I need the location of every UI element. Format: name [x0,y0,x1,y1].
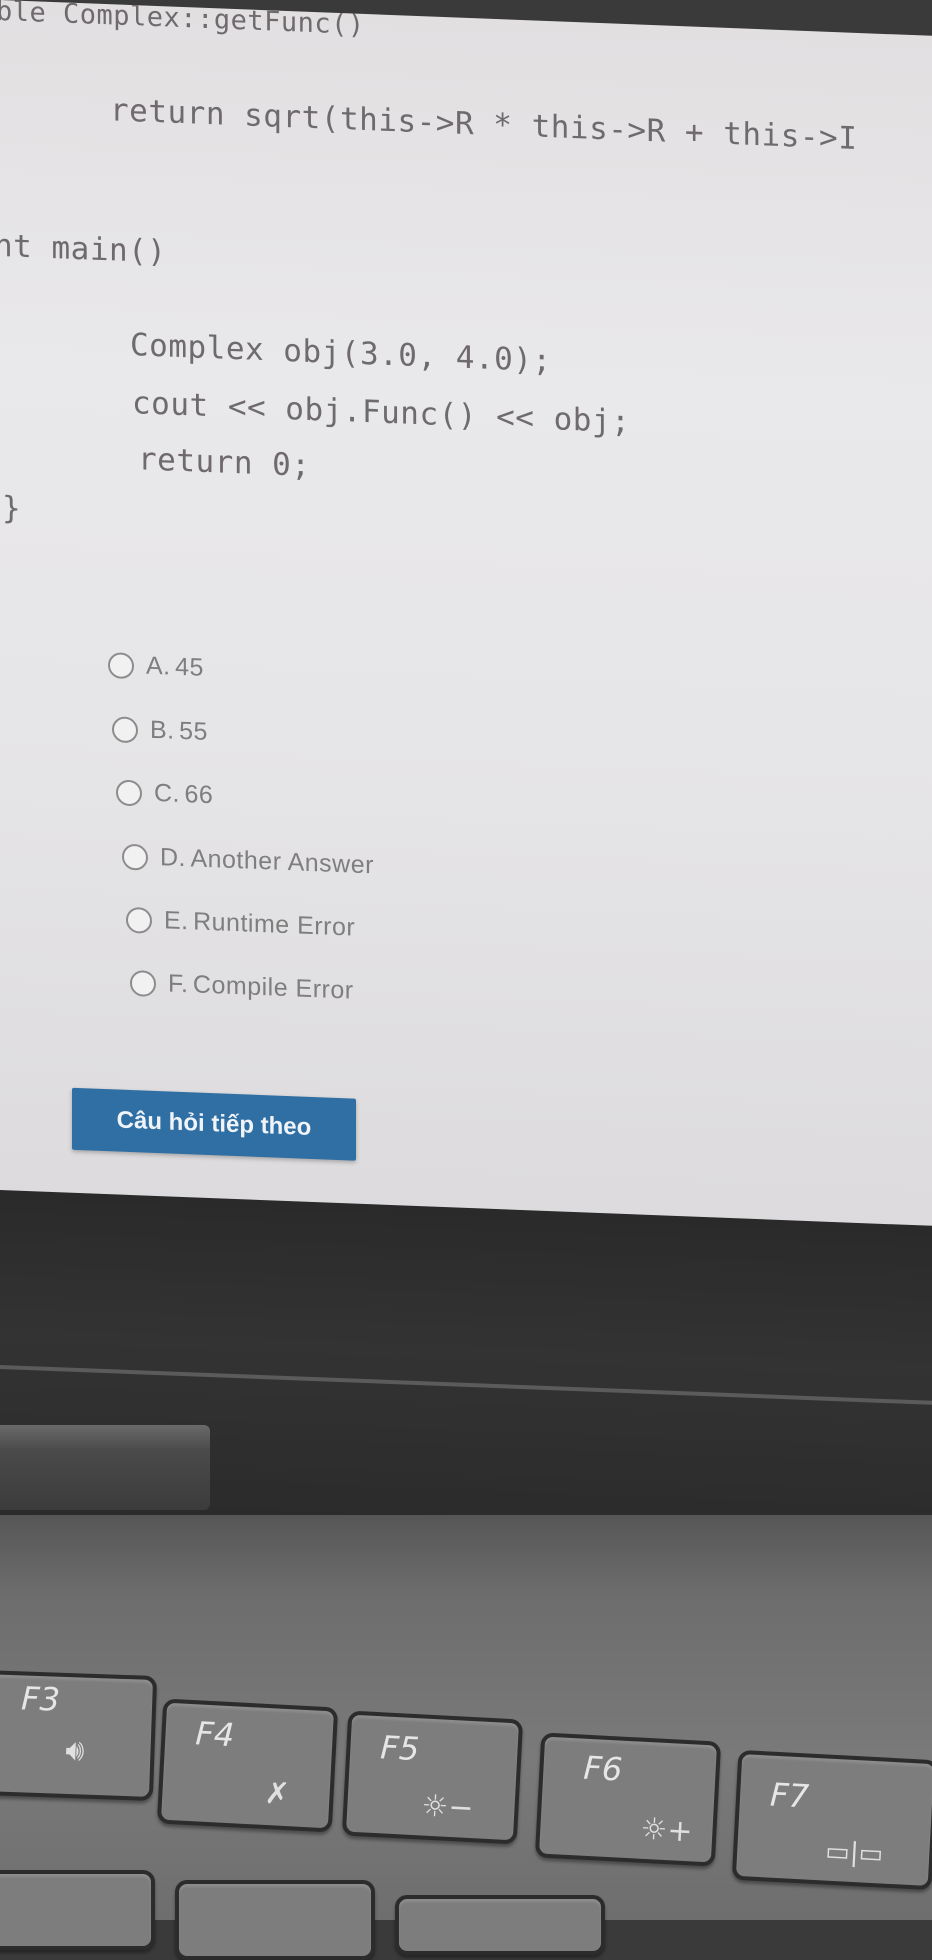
radio-button[interactable] [130,969,156,997]
brightness-up-icon: ☼+ [639,1811,694,1850]
option-text: 55 [179,716,208,746]
answer-option-f[interactable]: F. Compile Error [130,968,354,1006]
key-f7[interactable]: F7 ▭|▭ [731,1749,932,1891]
code-line-object: Complex obj(3.0, 4.0); [130,326,552,380]
answer-option-e[interactable]: E. Runtime Error [126,905,355,943]
answer-option-c[interactable]: C. 66 [116,777,213,810]
option-text: 66 [184,780,214,810]
next-question-button[interactable]: Câu hỏi tiếp theo [72,1087,356,1161]
option-text: Another Answer [190,844,374,880]
option-text: Compile Error [192,970,354,1005]
answer-option-d[interactable]: D. Another Answer [122,842,374,881]
volume-up-icon: 🔊︎ [64,1732,85,1769]
option-letter: A. [146,651,171,681]
code-line-return: return 0; [138,441,311,484]
option-letter: C. [154,778,180,808]
option-letter: E. [164,906,189,936]
radio-button[interactable] [112,715,138,743]
option-letter: F. [168,969,189,999]
laptop-screen: ble Complex::getFunc() return sqrt(this-… [0,0,932,1251]
answer-option-b[interactable]: B. 55 [112,714,208,747]
answer-option-a[interactable]: A. 45 [108,650,204,683]
code-line-func-header: ble Complex::getFunc() [0,0,365,42]
key-bottom-row-2[interactable] [175,1880,375,1960]
code-line-closing-brace: } [2,490,22,527]
key-label: F7 [769,1775,810,1816]
key-f4[interactable]: F4 ✗ [156,1698,339,1833]
radio-button[interactable] [116,778,142,806]
key-label: F6 [582,1748,624,1789]
key-label: F4 [194,1714,236,1755]
radio-button[interactable] [122,843,148,871]
code-line-cout: cout << obj.Func() << obj; [132,385,631,441]
option-text: Runtime Error [193,907,356,942]
code-line-main: nt main() [0,227,167,271]
brightness-down-icon: ☼− [420,1788,475,1827]
radio-button[interactable] [108,651,134,679]
key-f6[interactable]: F6 ☼+ [534,1732,722,1867]
keyboard-deck: F3 🔊︎ F4 ✗ F5 ☼− F6 ☼+ F7 ▭|▭ [0,1515,932,1960]
hinge-tab [0,1425,210,1510]
code-line-return-sqrt: return sqrt(this->R * this->R + this->I [110,92,858,157]
key-f3[interactable]: F3 🔊︎ [0,1669,158,1802]
display-switch-icon: ▭|▭ [824,1836,884,1870]
microphone-mute-icon: ✗ [263,1775,291,1813]
key-bottom-row-1[interactable] [0,1870,155,1950]
key-label: F5 [379,1728,421,1769]
option-letter: B. [150,715,175,745]
key-bottom-row-3[interactable] [395,1895,605,1955]
option-text: 45 [175,652,204,682]
radio-button[interactable] [126,906,152,934]
key-f5[interactable]: F5 ☼− [341,1710,524,1845]
option-letter: D. [160,843,186,873]
key-label: F3 [20,1679,61,1719]
